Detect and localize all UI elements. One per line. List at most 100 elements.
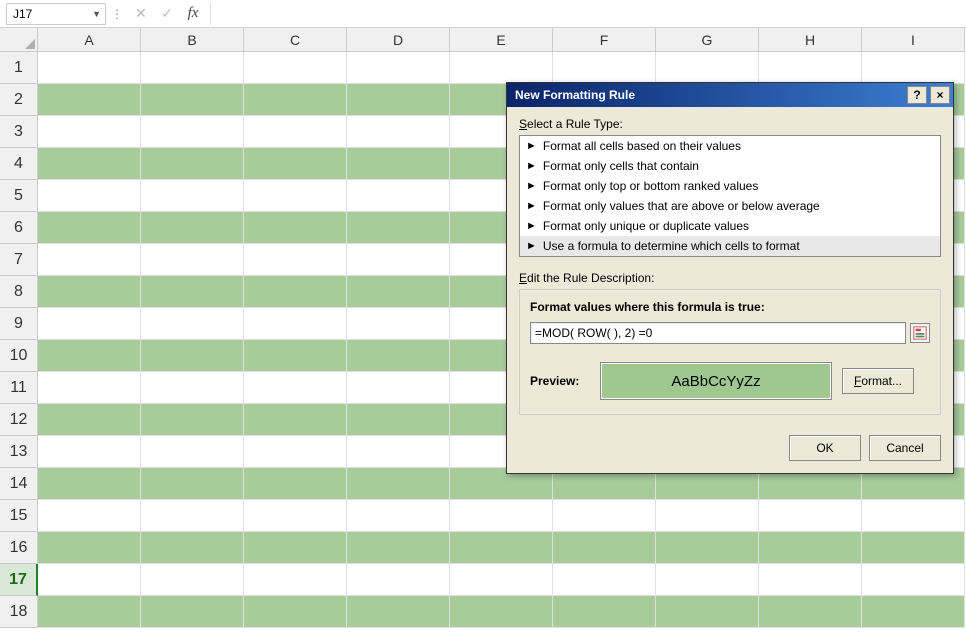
- cell[interactable]: [244, 372, 347, 404]
- cell[interactable]: [656, 52, 759, 84]
- cell[interactable]: [862, 564, 965, 596]
- cell[interactable]: [244, 308, 347, 340]
- rule-type-item[interactable]: ►Format all cells based on their values: [520, 136, 940, 156]
- cell[interactable]: [347, 148, 450, 180]
- cell[interactable]: [244, 244, 347, 276]
- cell[interactable]: [553, 532, 656, 564]
- column-header[interactable]: H: [759, 28, 862, 52]
- cell[interactable]: [38, 468, 141, 500]
- close-icon[interactable]: ×: [930, 86, 950, 104]
- cell[interactable]: [347, 372, 450, 404]
- chevron-down-icon[interactable]: ▼: [92, 9, 101, 19]
- cell[interactable]: [244, 276, 347, 308]
- row-header[interactable]: 5: [0, 180, 38, 212]
- cancel-formula-icon[interactable]: ✕: [128, 3, 154, 25]
- cell[interactable]: [141, 116, 244, 148]
- cell[interactable]: [141, 308, 244, 340]
- cell[interactable]: [141, 84, 244, 116]
- column-header[interactable]: G: [656, 28, 759, 52]
- cell[interactable]: [141, 148, 244, 180]
- cell[interactable]: [347, 340, 450, 372]
- cell[interactable]: [38, 564, 141, 596]
- cell[interactable]: [347, 244, 450, 276]
- rule-type-item[interactable]: ►Format only cells that contain: [520, 156, 940, 176]
- cell[interactable]: [553, 596, 656, 628]
- cell[interactable]: [862, 532, 965, 564]
- cell[interactable]: [38, 116, 141, 148]
- cell[interactable]: [38, 244, 141, 276]
- cell[interactable]: [38, 532, 141, 564]
- ok-button[interactable]: OK: [789, 435, 861, 461]
- cell[interactable]: [347, 404, 450, 436]
- cell[interactable]: [141, 276, 244, 308]
- formula-input[interactable]: [210, 3, 966, 25]
- help-icon[interactable]: ?: [907, 86, 927, 104]
- dialog-titlebar[interactable]: New Formatting Rule ? ×: [507, 83, 953, 107]
- cell[interactable]: [347, 84, 450, 116]
- cell[interactable]: [656, 564, 759, 596]
- rule-type-list[interactable]: ►Format all cells based on their values►…: [519, 135, 941, 257]
- cell[interactable]: [244, 500, 347, 532]
- cell[interactable]: [450, 596, 553, 628]
- rule-type-item[interactable]: ►Format only unique or duplicate values: [520, 216, 940, 236]
- row-header[interactable]: 12: [0, 404, 38, 436]
- column-header[interactable]: B: [141, 28, 244, 52]
- cell[interactable]: [244, 404, 347, 436]
- cell[interactable]: [141, 468, 244, 500]
- column-header[interactable]: F: [553, 28, 656, 52]
- cell[interactable]: [347, 116, 450, 148]
- cell[interactable]: [244, 116, 347, 148]
- row-header[interactable]: 18: [0, 596, 38, 628]
- row-header[interactable]: 11: [0, 372, 38, 404]
- cell[interactable]: [759, 52, 862, 84]
- cell[interactable]: [347, 468, 450, 500]
- row-header[interactable]: 3: [0, 116, 38, 148]
- cell[interactable]: [450, 52, 553, 84]
- row-header[interactable]: 15: [0, 500, 38, 532]
- row-header[interactable]: 8: [0, 276, 38, 308]
- rule-type-item[interactable]: ►Use a formula to determine which cells …: [520, 236, 940, 256]
- cell[interactable]: [244, 596, 347, 628]
- cell[interactable]: [553, 52, 656, 84]
- cell[interactable]: [38, 52, 141, 84]
- row-header[interactable]: 13: [0, 436, 38, 468]
- cell[interactable]: [38, 276, 141, 308]
- cell[interactable]: [347, 564, 450, 596]
- cell[interactable]: [141, 180, 244, 212]
- cell[interactable]: [141, 244, 244, 276]
- row-header[interactable]: 16: [0, 532, 38, 564]
- cancel-button[interactable]: Cancel: [869, 435, 941, 461]
- cell[interactable]: [759, 500, 862, 532]
- cell[interactable]: [450, 532, 553, 564]
- cell[interactable]: [141, 564, 244, 596]
- cell[interactable]: [862, 596, 965, 628]
- rule-type-item[interactable]: ►Format only top or bottom ranked values: [520, 176, 940, 196]
- row-header[interactable]: 4: [0, 148, 38, 180]
- cell[interactable]: [656, 596, 759, 628]
- rule-type-item[interactable]: ►Format only values that are above or be…: [520, 196, 940, 216]
- cell[interactable]: [656, 500, 759, 532]
- cell[interactable]: [347, 500, 450, 532]
- cell[interactable]: [38, 308, 141, 340]
- fx-icon[interactable]: fx: [180, 3, 206, 25]
- cell[interactable]: [347, 308, 450, 340]
- cell[interactable]: [759, 532, 862, 564]
- cell[interactable]: [38, 372, 141, 404]
- cell[interactable]: [656, 532, 759, 564]
- column-header[interactable]: I: [862, 28, 965, 52]
- row-header[interactable]: 14: [0, 468, 38, 500]
- row-header[interactable]: 7: [0, 244, 38, 276]
- cell[interactable]: [347, 436, 450, 468]
- cell[interactable]: [141, 532, 244, 564]
- cell[interactable]: [38, 148, 141, 180]
- row-header[interactable]: 9: [0, 308, 38, 340]
- cell[interactable]: [759, 596, 862, 628]
- column-header[interactable]: C: [244, 28, 347, 52]
- cell[interactable]: [244, 436, 347, 468]
- column-header[interactable]: E: [450, 28, 553, 52]
- cell[interactable]: [347, 180, 450, 212]
- cell[interactable]: [862, 500, 965, 532]
- cell[interactable]: [347, 212, 450, 244]
- cell[interactable]: [244, 340, 347, 372]
- cell[interactable]: [244, 532, 347, 564]
